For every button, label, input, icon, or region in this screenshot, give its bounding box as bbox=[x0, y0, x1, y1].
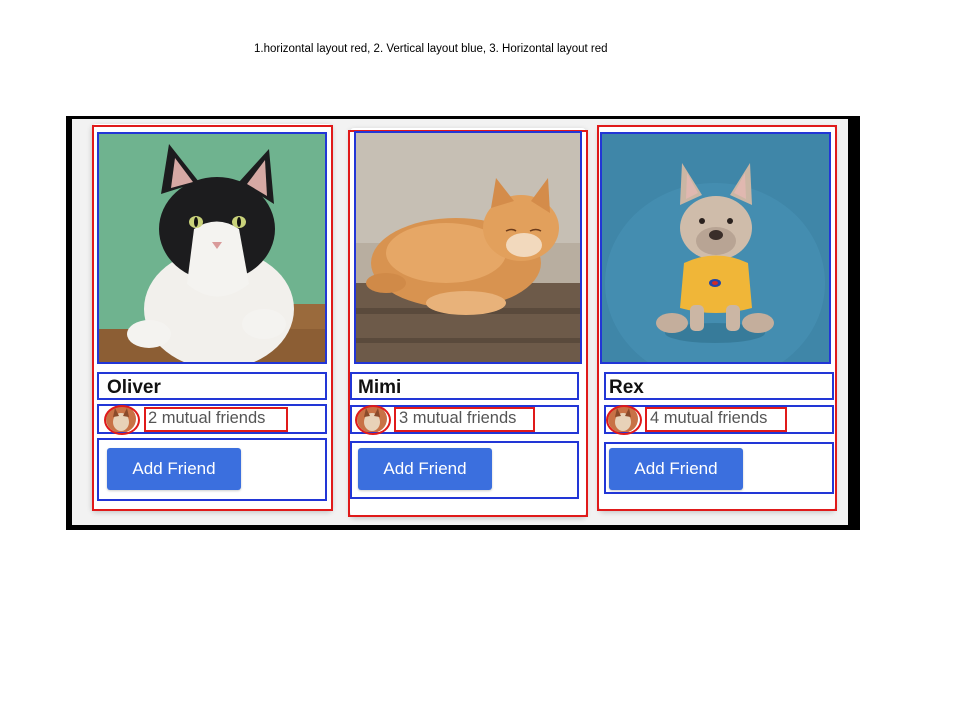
mutual-friends-count: 4 mutual friends bbox=[650, 409, 768, 427]
friend-name: Rex bbox=[609, 377, 644, 398]
mutual-friends-count: 2 mutual friends bbox=[148, 409, 266, 427]
black-white-cat-photo bbox=[99, 134, 325, 362]
mutual-friends-count: 3 mutual friends bbox=[399, 409, 517, 427]
orange-tabby-cat-photo bbox=[356, 133, 580, 363]
friend-avatar bbox=[357, 405, 387, 433]
friend-avatar bbox=[106, 405, 136, 433]
add-friend-button[interactable]: Add Friend bbox=[609, 448, 743, 490]
french-bulldog-photo bbox=[602, 133, 829, 363]
friend-avatar bbox=[608, 405, 638, 433]
friend-name: Mimi bbox=[358, 377, 402, 398]
add-friend-button[interactable]: Add Friend bbox=[358, 448, 492, 490]
add-friend-button[interactable]: Add Friend bbox=[107, 448, 241, 490]
friend-name: Oliver bbox=[107, 377, 161, 398]
annotation-caption: 1.horizontal layout red, 2. Vertical lay… bbox=[254, 43, 608, 55]
